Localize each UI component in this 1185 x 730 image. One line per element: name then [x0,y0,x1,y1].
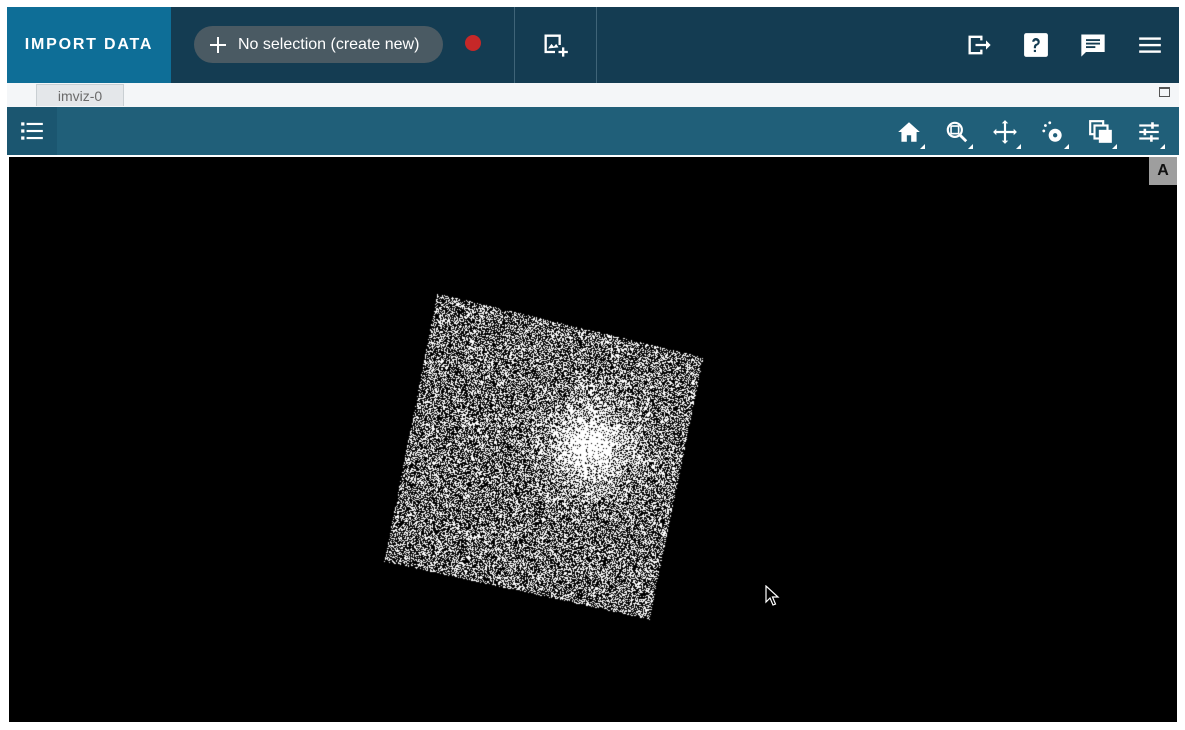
export-icon [968,35,991,55]
tool-menu-indicator [1016,144,1021,149]
sliders-icon [1139,122,1159,142]
image-viewer[interactable]: A [9,157,1177,722]
menu-icon [1139,37,1161,53]
layers-tool-button[interactable] [1083,115,1119,149]
subset-selector[interactable]: No selection (create new) [194,26,443,63]
spectral-extraction-icon [1042,121,1062,142]
pan-icon [993,120,1017,144]
import-data-button[interactable]: IMPORT DATA [7,7,171,83]
settings-tool-button[interactable] [1131,115,1167,149]
blink-tool-button[interactable] [1035,115,1071,149]
zoom-icon [946,121,968,143]
feedback-button[interactable] [1077,29,1109,61]
mouse-cursor-icon [765,585,780,606]
tool-menu-indicator [968,144,973,149]
new-image-viewer-icon [544,34,568,57]
imviz-app: IMPORT DATA No selection (create new) im… [7,7,1179,723]
add-icon [210,36,226,53]
viewer-toolbar [7,107,1179,155]
home-tool-button[interactable] [891,115,927,149]
top-app-bar: IMPORT DATA No selection (create new) [7,7,1179,83]
tool-menu-indicator [1064,144,1069,149]
viewer-tab-strip: imviz-0 [7,83,1179,108]
chat-icon [1081,34,1105,57]
pan-tool-button[interactable] [987,115,1023,149]
toolbar-divider [514,7,515,83]
zoom-tool-button[interactable] [939,115,975,149]
toolbar-divider [596,7,597,83]
main-menu-button[interactable] [1134,29,1166,61]
viewer-badge[interactable]: A [1149,157,1177,185]
subset-selector-label: No selection (create new) [238,35,420,53]
subset-color-dot[interactable] [465,35,481,51]
layers-icon [1089,120,1112,143]
tool-menu-indicator [1112,144,1117,149]
data-menu-button[interactable] [7,107,57,155]
tab-imviz-0[interactable]: imviz-0 [36,84,124,106]
help-icon [1024,33,1048,57]
maximize-icon[interactable] [1159,87,1170,97]
home-icon [898,122,920,142]
tool-menu-indicator [1160,144,1165,149]
new-image-viewer-button[interactable] [535,27,575,63]
list-icon [21,122,43,140]
help-button[interactable] [1020,29,1052,61]
tool-menu-indicator [920,144,925,149]
export-button[interactable] [963,29,995,61]
image-canvas[interactable] [9,157,1177,722]
